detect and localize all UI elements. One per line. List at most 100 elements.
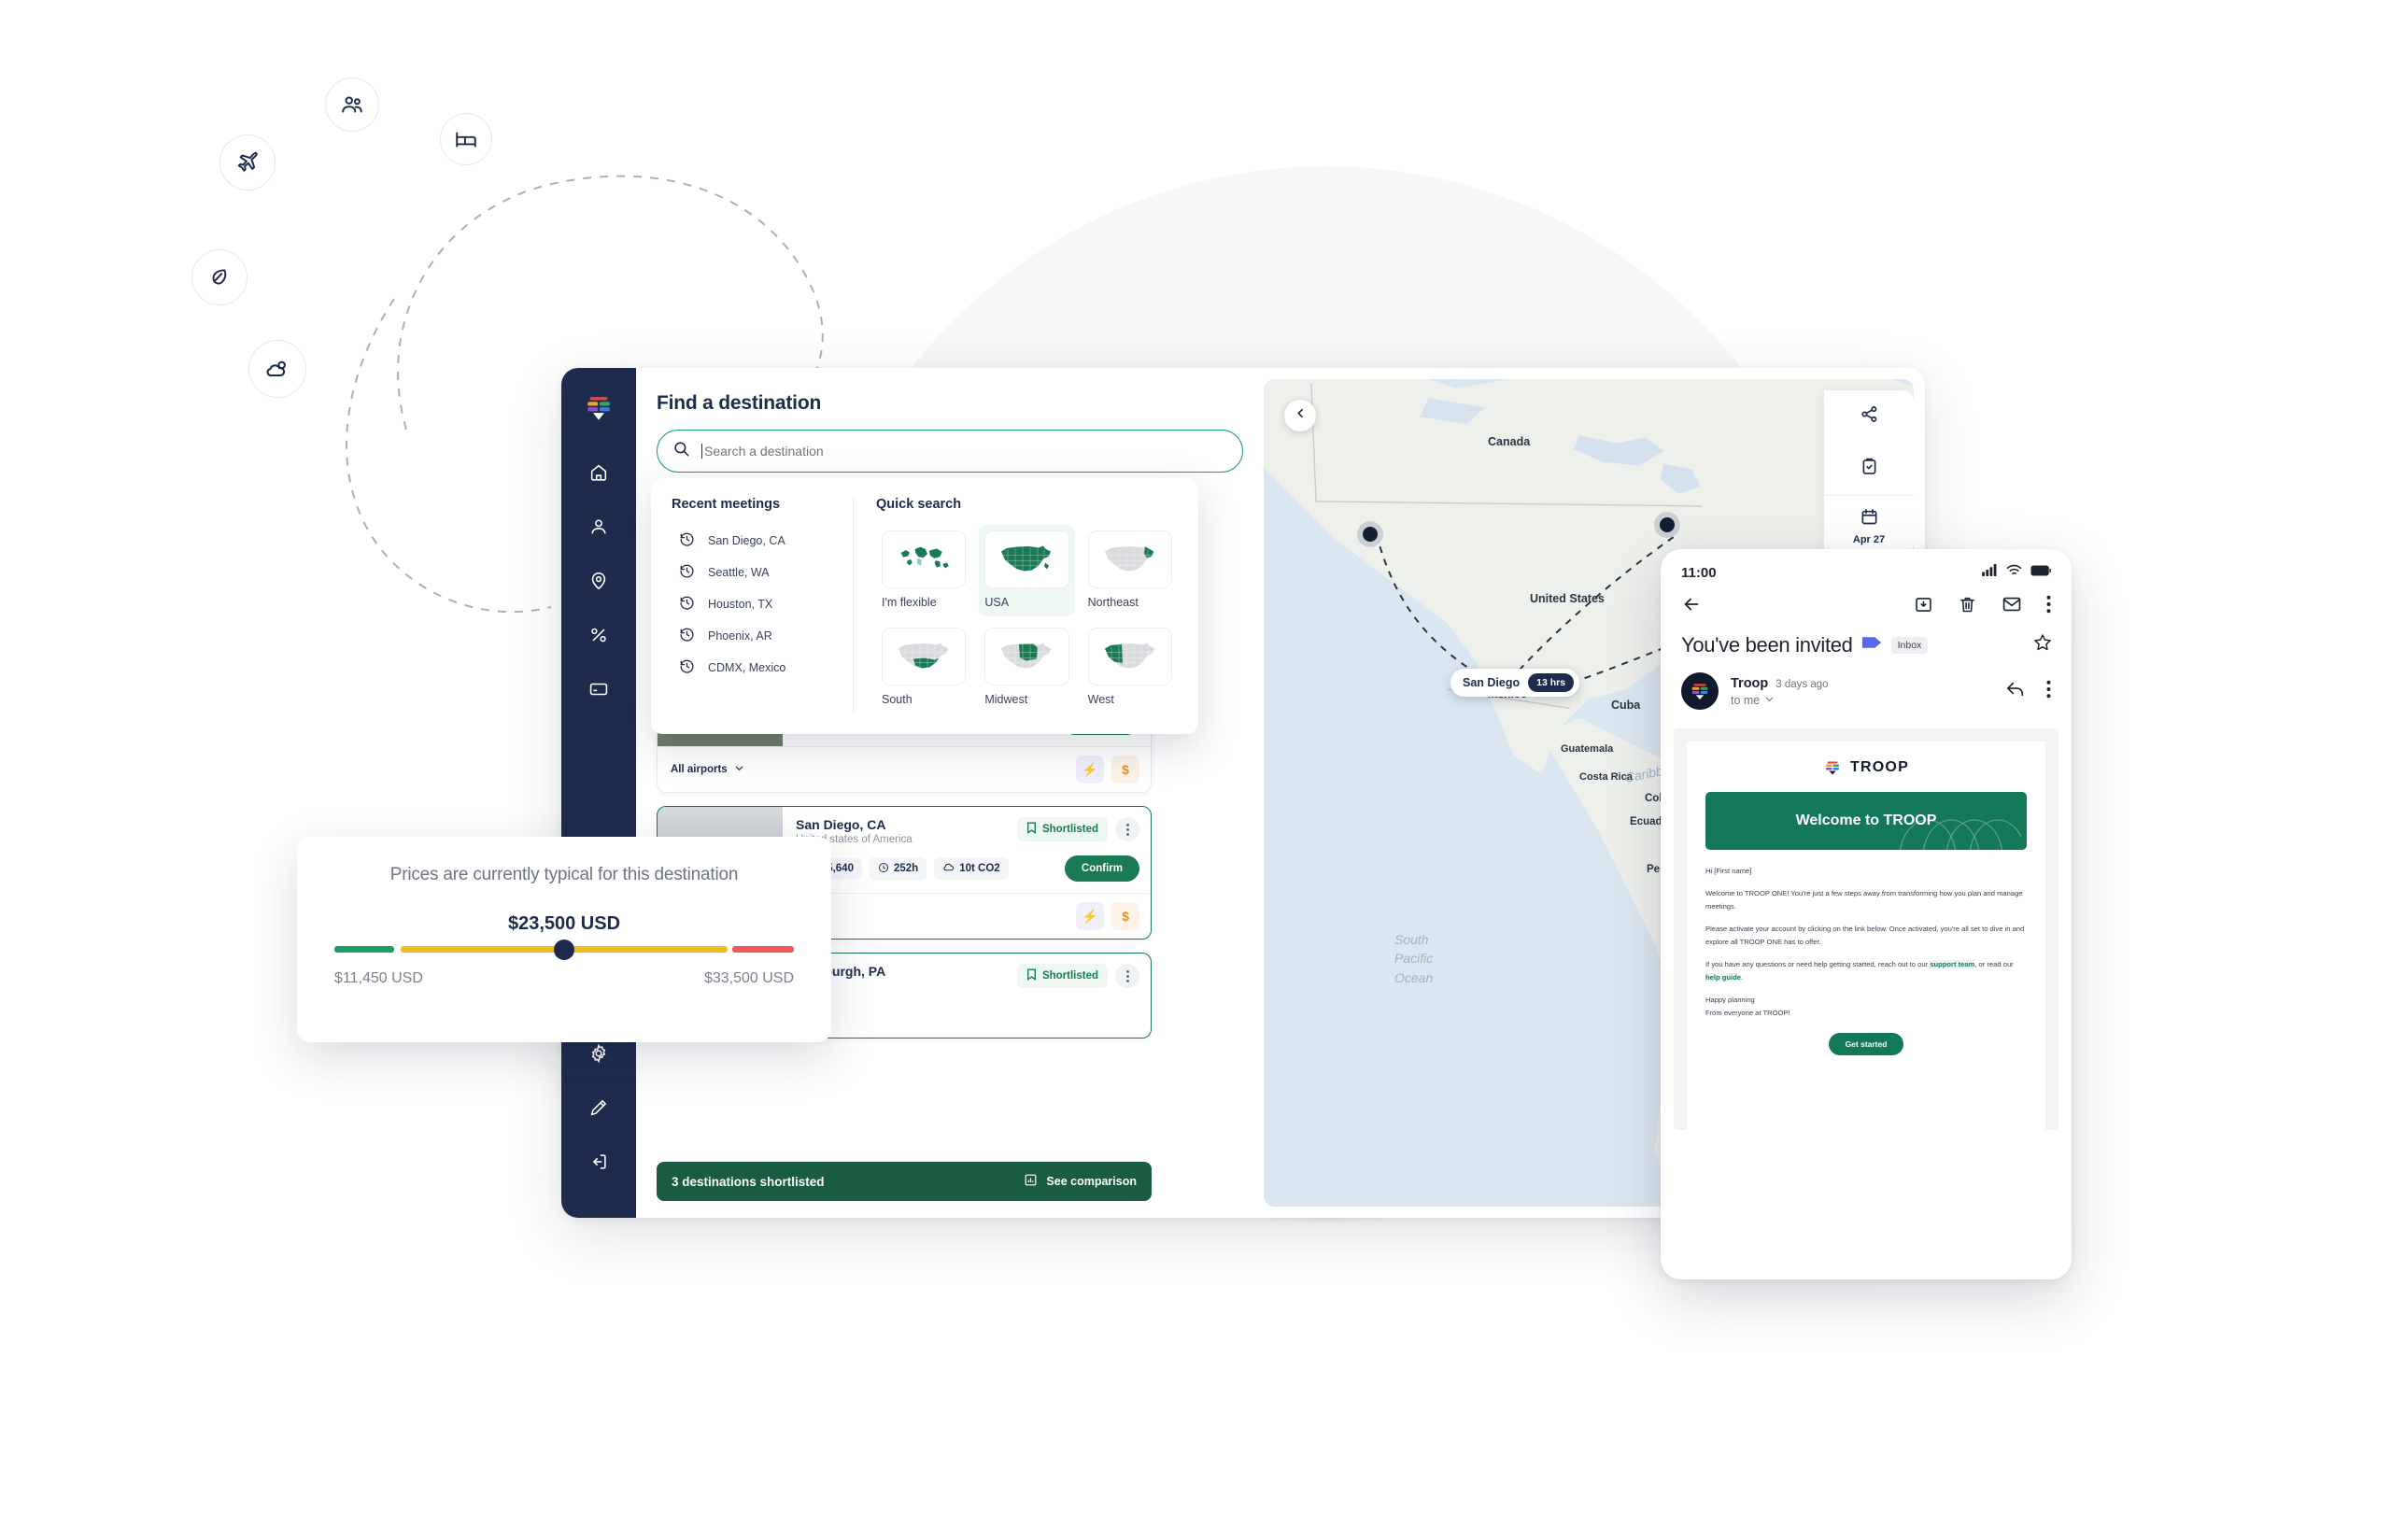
get-started-button[interactable]: Get started xyxy=(1828,1033,1904,1056)
logout-icon xyxy=(588,1151,609,1177)
fast-route-icon[interactable]: ⚡ xyxy=(1076,902,1104,930)
sidebar-item-edit[interactable] xyxy=(574,1085,623,1134)
pencil-icon xyxy=(588,1097,609,1123)
airport-filter[interactable]: All airports xyxy=(671,763,744,776)
search-input[interactable] xyxy=(704,444,1227,459)
price-info-icon[interactable]: $ xyxy=(1111,902,1139,930)
email-body-container: TROOP Welcome to TROOP Hi [First name] W… xyxy=(1674,728,2059,1130)
usa-northeast-map-icon xyxy=(1104,545,1154,572)
important-marker-icon xyxy=(1861,636,1882,654)
back-arrow-icon[interactable] xyxy=(1681,594,1702,619)
quick-search-tile-south[interactable]: South xyxy=(876,622,971,713)
email-timestamp: 3 days ago xyxy=(1776,678,1829,690)
history-icon xyxy=(679,563,695,582)
bookmark-icon xyxy=(1026,968,1037,983)
search-wrap: Recent meetings San Diego, CA Seattle, W… xyxy=(651,430,1243,734)
history-icon xyxy=(679,531,695,550)
bar-chart-icon xyxy=(1024,1173,1038,1190)
sidebar-item-destinations[interactable] xyxy=(574,558,623,607)
inbox-label-chip: Inbox xyxy=(1890,636,1929,654)
recent-item[interactable]: Seattle, WA xyxy=(672,557,840,588)
map-route-dot xyxy=(1660,517,1675,532)
user-icon xyxy=(588,516,609,542)
quick-search-tile-west[interactable]: West xyxy=(1082,622,1178,713)
trash-icon[interactable] xyxy=(1958,595,1977,619)
gear-icon xyxy=(588,1043,609,1068)
usa-south-map-icon xyxy=(898,643,949,669)
confirm-button[interactable]: Confirm xyxy=(1064,855,1139,882)
search-icon xyxy=(672,440,690,462)
archive-icon[interactable] xyxy=(1914,595,1933,619)
more-options-button[interactable] xyxy=(1115,817,1139,841)
phone-mockup: 11:00 You've been invited Inbox Troop 3 … xyxy=(1661,549,2072,1279)
avatar xyxy=(1681,672,1719,710)
share-button[interactable] xyxy=(1824,390,1914,443)
email-greeting: Hi [First name] xyxy=(1705,867,1752,875)
orbit-node-bed xyxy=(440,113,492,165)
help-guide-link[interactable]: help guide xyxy=(1705,973,1741,982)
price-max-label: $33,500 USD xyxy=(703,970,794,986)
email-subject: You've been invited xyxy=(1681,632,1853,657)
more-vertical-icon[interactable] xyxy=(2046,595,2051,618)
recent-item-label: Phoenix, AR xyxy=(708,629,772,643)
fast-route-icon[interactable]: ⚡ xyxy=(1076,756,1104,784)
price-range-slider[interactable] xyxy=(334,940,794,960)
map-route-dot xyxy=(1363,527,1378,542)
more-vertical-icon[interactable] xyxy=(2046,680,2051,703)
usa-midwest-map-icon xyxy=(1001,643,1052,669)
email-sender-row: Troop 3 days ago to me xyxy=(1661,663,2072,710)
chevron-down-icon xyxy=(1764,694,1775,707)
sidebar-item-billing[interactable] xyxy=(574,667,623,715)
price-info-icon[interactable]: $ xyxy=(1111,756,1139,784)
phone-status-bar: 11:00 xyxy=(1661,549,2072,586)
troop-logo xyxy=(587,397,610,420)
date-label: Apr 27 xyxy=(1852,534,1886,545)
airport-filter-label: All airports xyxy=(671,764,728,775)
quick-search-tile-usa[interactable]: USA xyxy=(979,525,1075,616)
quick-search-tile-northeast[interactable]: Northeast xyxy=(1082,525,1178,616)
email-logo-row: TROOP xyxy=(1705,758,2027,777)
app-sidebar: NS xyxy=(561,368,636,1218)
chevron-left-icon xyxy=(1295,407,1307,424)
usa-south-map-thumb xyxy=(882,628,967,685)
history-icon xyxy=(679,658,695,677)
shortlist-summary-bar: 3 destinations shortlisted See compariso… xyxy=(657,1162,1152,1201)
price-slider-knob[interactable] xyxy=(554,940,574,960)
collapse-panel-button[interactable] xyxy=(1284,400,1316,431)
price-min-label: $11,450 USD xyxy=(334,970,423,986)
recent-item[interactable]: San Diego, CA xyxy=(672,525,840,557)
support-team-link[interactable]: support team xyxy=(1930,960,1975,969)
email-card: TROOP Welcome to TROOP Hi [First name] W… xyxy=(1687,742,2045,1130)
sidebar-item-profile[interactable] xyxy=(574,504,623,553)
email-paragraph-3: If you have any questions or need help g… xyxy=(1705,960,2014,982)
map-ocean-label: South Pacific Ocean xyxy=(1394,932,1434,985)
sidebar-item-logout[interactable] xyxy=(574,1139,623,1188)
quick-search-label: Northeast xyxy=(1087,596,1139,609)
quick-search-label: I'm flexible xyxy=(882,596,937,609)
search-box[interactable] xyxy=(657,430,1243,473)
quick-search-tile-flexible[interactable]: I'm flexible xyxy=(876,525,971,616)
sidebar-item-home[interactable] xyxy=(574,450,623,499)
see-comparison-button[interactable]: See comparison xyxy=(1024,1173,1137,1190)
more-options-button[interactable] xyxy=(1115,964,1139,988)
recent-item[interactable]: Phoenix, AR xyxy=(672,620,840,652)
quick-search-tile-midwest[interactable]: Midwest xyxy=(979,622,1074,713)
email-paragraph-1: Welcome to TROOP ONE! You're just a few … xyxy=(1705,889,2023,911)
price-tooltip-title: Prices are currently typical for this de… xyxy=(389,865,739,884)
bed-icon xyxy=(454,127,478,151)
orbit-node-airplane xyxy=(219,134,276,191)
email-recipient[interactable]: to me xyxy=(1731,694,1829,707)
chevron-down-icon xyxy=(734,763,744,776)
reply-icon[interactable] xyxy=(2005,680,2026,703)
mail-icon[interactable] xyxy=(2002,594,2022,619)
map-city-pill[interactable]: San Diego 13 hrs xyxy=(1450,669,1580,697)
sidebar-item-savings[interactable] xyxy=(574,613,623,661)
date-button[interactable]: Apr 27 xyxy=(1824,496,1914,555)
tasks-button[interactable] xyxy=(1824,443,1914,495)
recent-item[interactable]: CDMX, Mexico xyxy=(672,652,840,684)
email-sender-name: Troop xyxy=(1731,675,1769,691)
usa-west-map-icon xyxy=(1104,643,1154,669)
recent-item[interactable]: Houston, TX xyxy=(672,588,840,620)
shortlist-count-label: 3 destinations shortlisted xyxy=(672,1174,825,1189)
star-icon[interactable] xyxy=(2032,632,2053,657)
